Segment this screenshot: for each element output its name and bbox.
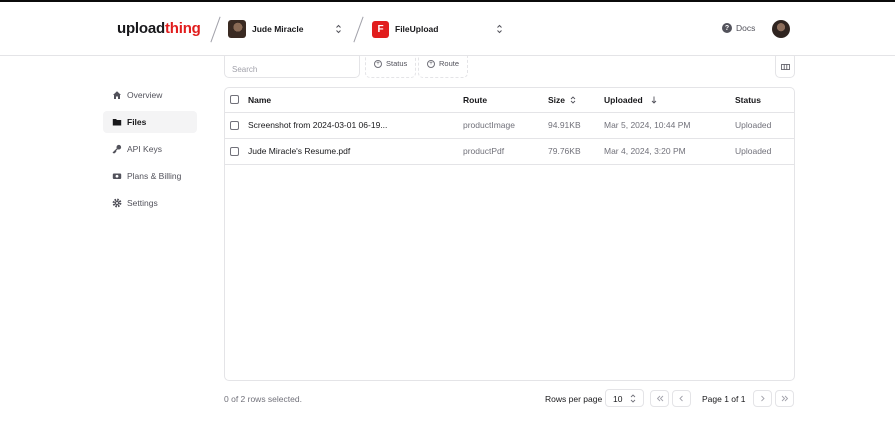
account-name: Jude Miracle [252, 24, 304, 34]
table-row[interactable]: Screenshot from 2024-03-01 06-19... prod… [225, 112, 794, 139]
uploadthing-logo[interactable]: uploadthing [117, 20, 201, 37]
sidebar-item-files[interactable]: Files [103, 111, 197, 133]
chevrons-right-icon [781, 395, 788, 402]
file-size: 94.91KB [548, 112, 604, 139]
plus-circle-icon: + [374, 60, 382, 68]
file-size: 79.76KB [548, 138, 604, 165]
sidebar-item-plans-billing[interactable]: Plans & Billing [103, 165, 197, 187]
page-info: Page 1 of 1 [702, 394, 746, 404]
row-checkbox[interactable] [230, 120, 239, 130]
files-table: Name Route Size Uploaded Status Screensh… [224, 87, 795, 381]
arrow-down-icon [651, 96, 657, 104]
key-icon [112, 144, 122, 154]
column-header-route: Route [463, 88, 548, 113]
header: uploadthing Jude Miracle F FileUpload ? … [0, 2, 895, 56]
billing-icon [112, 171, 122, 181]
sidebar-item-label: API Keys [127, 144, 162, 154]
chevrons-left-icon [656, 395, 663, 402]
sidebar-item-label: Overview [127, 90, 163, 100]
route-filter-button[interactable]: + Route [418, 56, 469, 78]
chevron-up-down-icon[interactable] [496, 24, 503, 34]
chevron-left-icon [679, 395, 683, 402]
file-name: Jude Miracle's Resume.pdf [248, 138, 463, 165]
file-status: Uploaded [735, 112, 794, 139]
chevron-up-down-icon [630, 394, 636, 405]
user-avatar[interactable] [772, 20, 790, 38]
sidebar: Overview Files API Keys Plans & Billing … [103, 84, 197, 219]
breadcrumb-separator [210, 16, 221, 43]
file-uploaded: Mar 4, 2024, 3:20 PM [604, 138, 735, 165]
first-page-button[interactable] [650, 390, 669, 407]
select-all-checkbox[interactable] [230, 95, 239, 105]
previous-page-button[interactable] [672, 390, 691, 407]
sidebar-item-api-keys[interactable]: API Keys [103, 138, 197, 160]
file-route: productImage [463, 112, 548, 139]
account-switcher[interactable]: Jude Miracle [228, 18, 304, 40]
rows-per-page-label: Rows per page [545, 394, 603, 404]
gear-icon [112, 198, 122, 208]
status-filter-button[interactable]: + Status [365, 56, 417, 78]
sidebar-item-settings[interactable]: Settings [103, 192, 197, 214]
column-header-name: Name [248, 88, 463, 113]
view-options-button[interactable] [775, 56, 795, 78]
chevron-right-icon [761, 395, 765, 402]
sort-icon [570, 96, 576, 104]
selected-rows-count: 0 of 2 rows selected. [224, 394, 302, 404]
table-header-row: Name Route Size Uploaded Status [225, 88, 794, 113]
table-row[interactable]: Jude Miracle's Resume.pdf productPdf 79.… [225, 138, 794, 165]
file-status: Uploaded [735, 138, 794, 165]
sidebar-item-overview[interactable]: Overview [103, 84, 197, 106]
file-name: Screenshot from 2024-03-01 06-19... [248, 112, 463, 139]
docs-label: Docs [736, 23, 756, 33]
sidebar-item-label: Settings [127, 198, 158, 208]
file-route: productPdf [463, 138, 548, 165]
row-checkbox[interactable] [230, 146, 239, 156]
folder-icon [112, 117, 122, 127]
search-input[interactable] [224, 56, 360, 78]
home-icon [112, 90, 122, 100]
app-switcher[interactable]: F FileUpload [372, 18, 438, 40]
breadcrumb-separator [353, 16, 364, 43]
column-header-status: Status [735, 88, 794, 113]
last-page-button[interactable] [775, 390, 794, 407]
plus-circle-icon: + [427, 60, 435, 68]
help-icon: ? [722, 23, 732, 33]
sidebar-item-label: Plans & Billing [127, 171, 182, 181]
column-header-size[interactable]: Size [548, 88, 604, 113]
next-page-button[interactable] [753, 390, 772, 407]
docs-link[interactable]: ? Docs [722, 23, 755, 33]
chevron-up-down-icon[interactable] [335, 24, 342, 34]
column-header-uploaded[interactable]: Uploaded [604, 88, 735, 113]
app-name: FileUpload [395, 24, 439, 34]
rows-per-page-select[interactable]: 10 [605, 389, 644, 407]
app-badge: F [372, 20, 389, 38]
table-toolbar: + Status + Route [220, 56, 800, 78]
file-uploaded: Mar 5, 2024, 10:44 PM [604, 112, 735, 139]
account-avatar [228, 20, 246, 38]
sidebar-item-label: Files [127, 117, 147, 127]
columns-icon [781, 64, 790, 70]
